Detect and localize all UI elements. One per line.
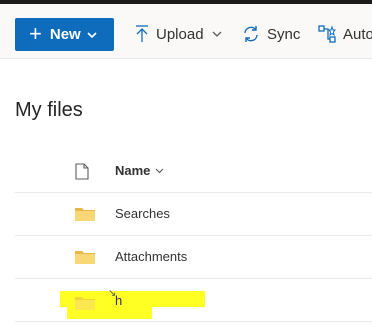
new-button[interactable]: + New	[15, 18, 114, 51]
upload-button-label: Upload	[156, 25, 204, 43]
plus-icon: +	[29, 20, 42, 46]
command-bar: + New Upload Sync Auto	[0, 4, 372, 59]
automate-icon	[318, 25, 336, 43]
column-header-name[interactable]: Name	[115, 163, 164, 178]
folder-icon	[75, 295, 95, 316]
column-name-label: Name	[115, 163, 151, 178]
sync-button-label: Sync	[267, 25, 301, 43]
chevron-down-icon	[212, 31, 222, 37]
file-list-header: Name	[15, 150, 372, 193]
folder-icon	[75, 206, 95, 227]
sync-icon	[244, 26, 258, 42]
list-item-name[interactable]: Searches	[115, 206, 170, 221]
upload-button[interactable]: Upload	[135, 20, 222, 48]
chevron-down-icon	[155, 168, 164, 173]
file-type-icon[interactable]	[75, 163, 89, 185]
folder-icon	[75, 249, 95, 270]
new-button-label: New	[49, 26, 81, 43]
list-item-name[interactable]: Attachments	[115, 249, 187, 264]
page-title: My files	[15, 99, 83, 121]
list-item[interactable]: Attachments	[15, 236, 372, 279]
list-item[interactable]: Searches	[15, 193, 372, 236]
automate-button-label: Auto	[343, 25, 372, 43]
sync-button[interactable]: Sync	[242, 20, 300, 48]
upload-icon	[136, 25, 148, 42]
automate-button[interactable]: Auto	[318, 20, 372, 48]
list-item-name[interactable]: h	[115, 293, 122, 308]
chevron-down-icon	[87, 31, 97, 38]
